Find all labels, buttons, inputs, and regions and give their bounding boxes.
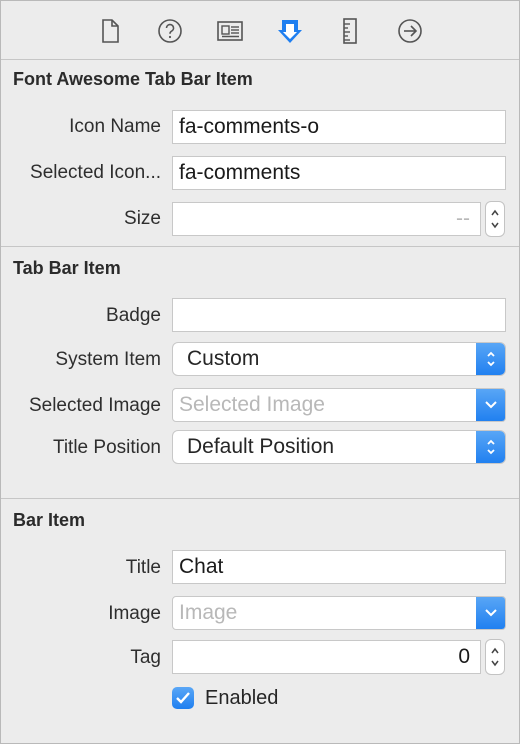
updown-chevron-icon xyxy=(476,343,505,375)
chevron-down-icon xyxy=(476,389,505,421)
inspector-toolbar xyxy=(1,1,519,60)
selected-icon-field[interactable]: fa-comments xyxy=(172,156,506,190)
enabled-label: Enabled xyxy=(205,687,279,709)
system-item-label: System Item xyxy=(55,349,161,370)
stepper-arrows-icon xyxy=(491,209,499,229)
badge-label: Badge xyxy=(106,305,161,326)
image-combo[interactable]: Image xyxy=(172,596,506,630)
checkmark-icon xyxy=(176,692,190,704)
title-field[interactable]: Chat xyxy=(172,550,506,584)
attributes-icon[interactable] xyxy=(275,16,305,46)
fa-section-title: Font Awesome Tab Bar Item xyxy=(13,69,253,89)
system-item-popup[interactable]: Custom xyxy=(172,342,506,376)
icon-name-label: Icon Name xyxy=(69,116,161,137)
title-position-popup[interactable]: Default Position xyxy=(172,430,506,464)
help-icon[interactable] xyxy=(155,16,185,46)
system-item-value: Custom xyxy=(187,347,260,370)
selected-icon-label: Selected Icon... xyxy=(30,162,161,183)
icon-name-field[interactable]: fa-comments-o xyxy=(172,110,506,144)
attributes-inspector: Font Awesome Tab Bar Item Icon Name fa-c… xyxy=(0,0,520,744)
tag-stepper[interactable] xyxy=(485,639,505,675)
connections-icon[interactable] xyxy=(395,16,425,46)
size-field[interactable]: -- xyxy=(172,202,481,236)
tag-field[interactable]: 0 xyxy=(172,640,481,674)
selected-image-combo[interactable]: Selected Image xyxy=(172,388,506,422)
bar-item-section-title: Bar Item xyxy=(13,510,86,530)
selected-image-placeholder: Selected Image xyxy=(179,393,325,416)
image-label: Image xyxy=(108,603,161,624)
size-placeholder: -- xyxy=(456,207,470,230)
badge-field[interactable] xyxy=(172,298,506,332)
title-position-label: Title Position xyxy=(52,437,161,458)
ruler-icon[interactable] xyxy=(335,16,365,46)
updown-chevron-icon xyxy=(476,431,505,463)
title-position-value: Default Position xyxy=(187,435,335,458)
image-placeholder: Image xyxy=(179,601,238,624)
enabled-checkbox[interactable] xyxy=(172,687,194,709)
title-label: Title xyxy=(125,557,161,578)
tag-label: Tag xyxy=(130,647,161,668)
file-icon[interactable] xyxy=(95,16,125,46)
selected-image-label: Selected Image xyxy=(28,395,161,416)
tab-bar-section-title: Tab Bar Item xyxy=(13,258,121,278)
stepper-arrows-icon xyxy=(491,647,499,667)
size-label: Size xyxy=(124,208,161,229)
identity-icon[interactable] xyxy=(215,16,245,46)
size-stepper[interactable] xyxy=(485,201,505,237)
section-divider xyxy=(1,246,519,247)
section-divider xyxy=(1,498,519,499)
chevron-down-icon xyxy=(476,597,505,629)
